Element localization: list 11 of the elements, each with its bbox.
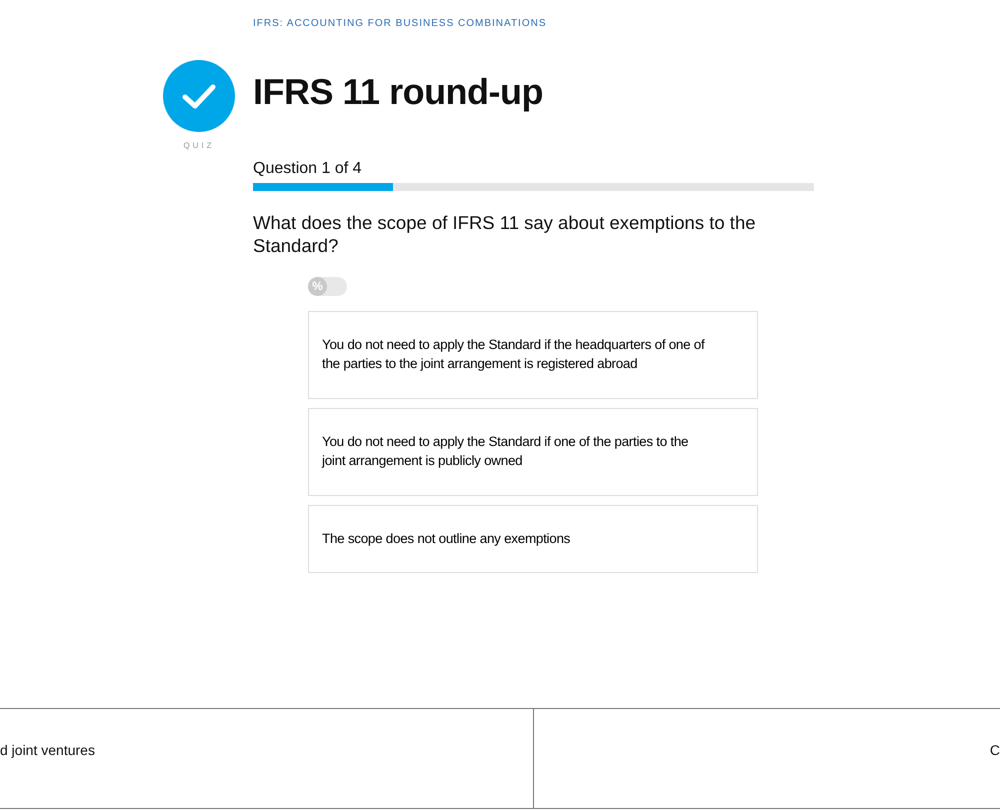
previous-link[interactable]: d joint ventures [0, 742, 95, 758]
answer-option[interactable]: You do not need to apply the Standard if the headquarters of one of the parties to the joint arrangement is registered abroad [308, 311, 758, 400]
answer-option[interactable]: You do not need to apply the Standard if one of the parties to the joint arrangement is publicly owned [308, 408, 758, 496]
next-link[interactable]: C [990, 742, 1000, 758]
question-counter: Question 1 of 4 [253, 159, 362, 179]
course-title: IFRS: ACCOUNTING FOR BUSINESS COMBINATIONS [253, 17, 547, 31]
checkmark-icon [163, 60, 235, 132]
question-text: What does the scope of IFRS 11 say about exemptions to the Standard? [253, 211, 757, 258]
answer-option[interactable]: The scope does not outline any exemptions [308, 505, 758, 574]
quiz-label: QUIZ [183, 140, 215, 152]
quiz-title: IFRS 11 round-up [253, 70, 544, 114]
